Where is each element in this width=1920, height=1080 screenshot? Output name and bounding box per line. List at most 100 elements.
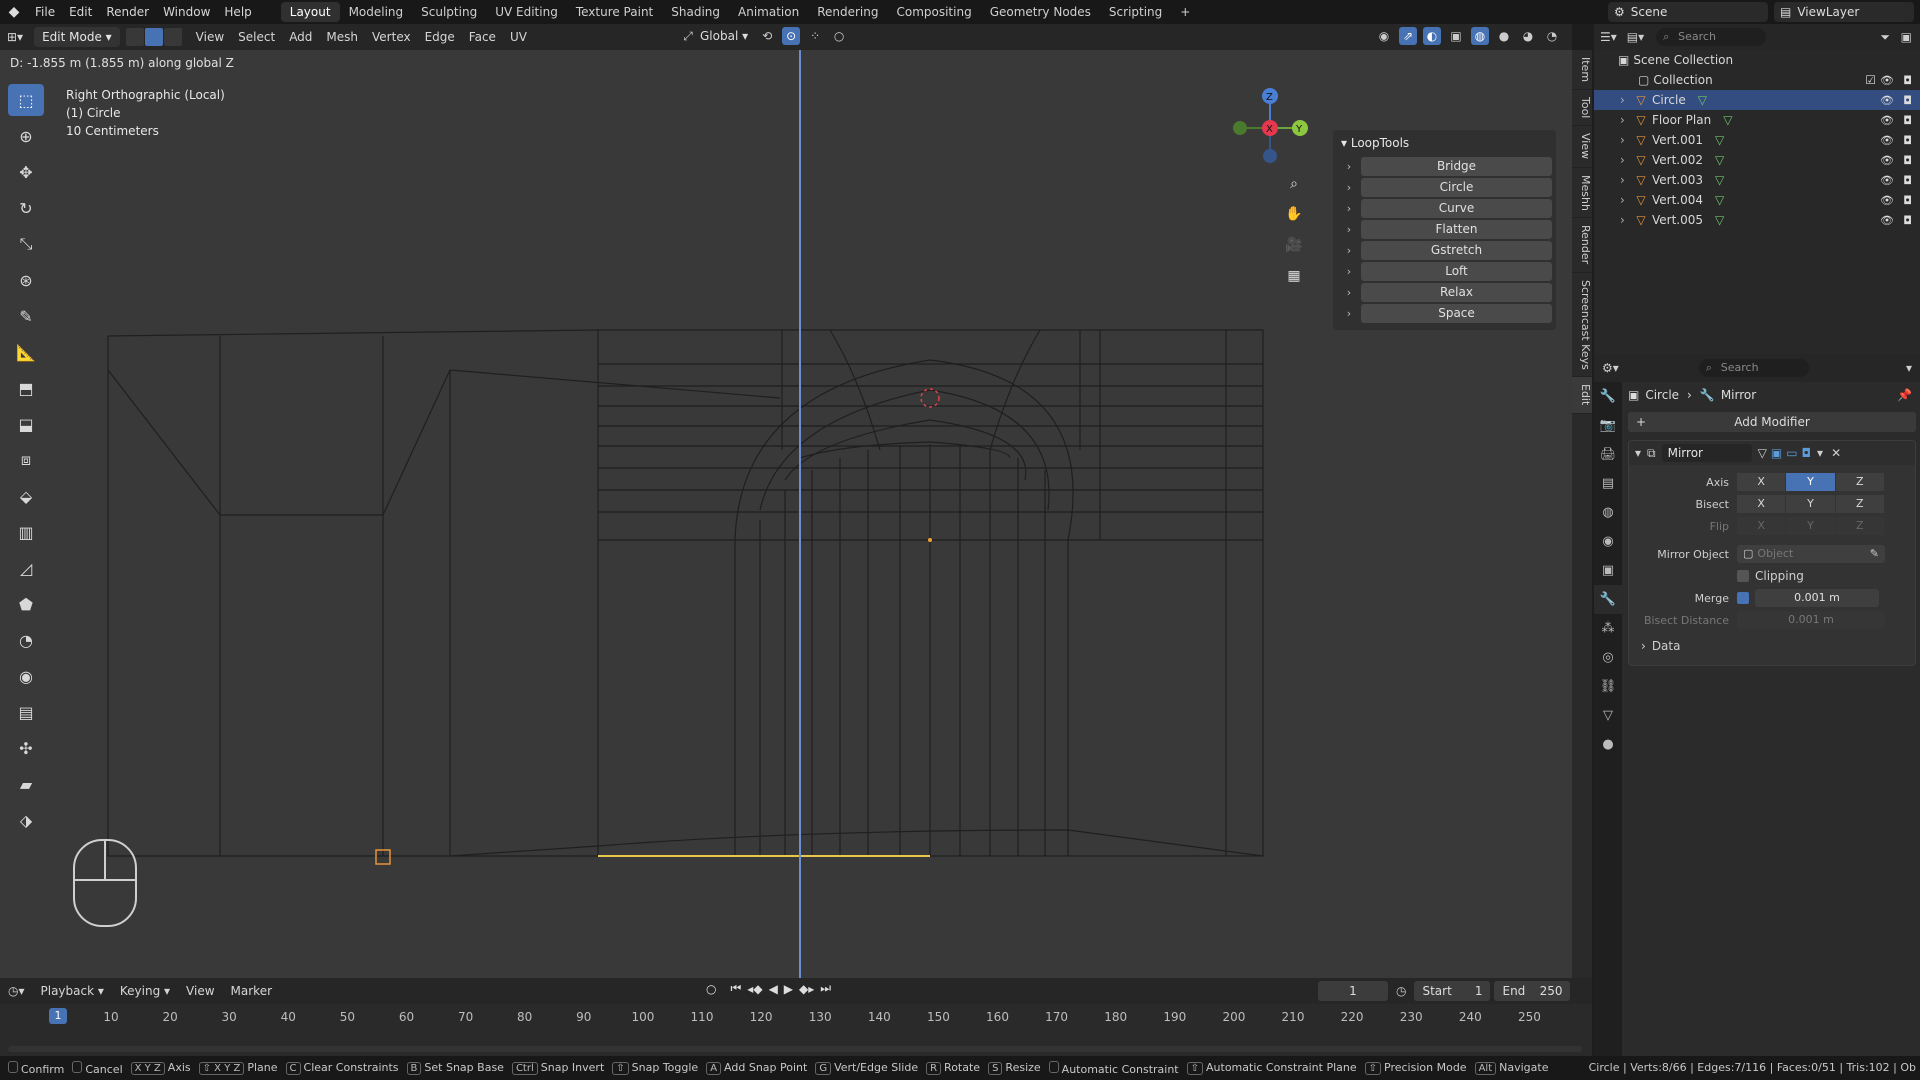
outliner-object-row[interactable]: › ▽ Vert.001 ▽ 👁 ◘: [1594, 130, 1920, 150]
modifier-name-field[interactable]: Mirror: [1661, 444, 1752, 462]
chevron-right-icon[interactable]: ›: [1337, 265, 1361, 278]
pan-hand-icon[interactable]: ✋: [1280, 200, 1308, 228]
menu-uv[interactable]: UV: [503, 27, 534, 47]
prev-keyframe-icon[interactable]: ◂◆: [747, 982, 762, 996]
play-icon[interactable]: ▶: [784, 982, 793, 996]
render-icon[interactable]: ◘: [1903, 94, 1912, 107]
chevron-right-icon[interactable]: ›: [1620, 213, 1634, 227]
relax-button[interactable]: Relax: [1361, 282, 1552, 302]
menu-help[interactable]: Help: [217, 0, 258, 24]
tab-sculpting[interactable]: Sculpting: [412, 2, 486, 22]
mesh-data-icon[interactable]: ▽: [1715, 193, 1724, 207]
clipping-checkbox[interactable]: [1737, 570, 1749, 582]
eye-icon[interactable]: 👁: [1880, 194, 1894, 207]
chevron-right-icon[interactable]: ›: [1337, 307, 1361, 320]
current-frame-field[interactable]: 1: [1318, 981, 1388, 1001]
bisect-z-toggle[interactable]: Z: [1835, 495, 1884, 513]
properties-editor-icon[interactable]: ⚙▾: [1602, 361, 1619, 375]
tab-tool[interactable]: Tool: [1572, 90, 1592, 127]
modifier-menu-icon[interactable]: ▾: [1817, 446, 1823, 460]
menu-edit[interactable]: Edit: [62, 0, 99, 24]
select-box-icon[interactable]: ⬚: [8, 84, 44, 116]
render-toggle-icon[interactable]: ◘: [1802, 446, 1812, 460]
particles-tab-icon[interactable]: ⁂: [1594, 614, 1622, 643]
next-keyframe-icon[interactable]: ◆▸: [799, 982, 814, 996]
vertex-select-icon[interactable]: [125, 28, 144, 46]
shear-icon[interactable]: ▰: [8, 768, 44, 800]
chevron-right-icon[interactable]: ›: [1620, 193, 1634, 207]
mesh-data-icon[interactable]: ▽: [1715, 213, 1724, 227]
menu-file[interactable]: File: [28, 0, 62, 24]
chevron-right-icon[interactable]: ›: [1337, 202, 1361, 215]
smooth-icon[interactable]: ◉: [8, 660, 44, 692]
flip-z-toggle[interactable]: Z: [1835, 517, 1884, 535]
snap-target-icon[interactable]: ⁘: [806, 27, 824, 45]
bisect-x-toggle[interactable]: X: [1737, 495, 1786, 513]
filter-icon[interactable]: ⏷: [1880, 30, 1890, 45]
chevron-right-icon[interactable]: ›: [1620, 173, 1634, 187]
blender-logo-icon[interactable]: ◆: [0, 4, 28, 20]
spin-icon[interactable]: ◔: [8, 624, 44, 656]
bevel-icon[interactable]: ⬙: [8, 480, 44, 512]
collection-row[interactable]: ▢ Collection ☑ 👁 ◘: [1594, 70, 1920, 90]
outliner-object-row[interactable]: › ▽ Vert.005 ▽ 👁 ◘: [1594, 210, 1920, 230]
eye-icon[interactable]: 👁: [1880, 134, 1894, 147]
menu-face[interactable]: Face: [462, 27, 503, 47]
tab-layout[interactable]: Layout: [280, 2, 340, 22]
menu-keying[interactable]: Keying ▾: [112, 984, 178, 998]
render-icon[interactable]: ◘: [1903, 174, 1912, 187]
tab-screencast-keys[interactable]: Screencast Keys: [1572, 273, 1592, 378]
display-mode-icon[interactable]: ▤▾: [1627, 30, 1644, 44]
navigation-gizmo[interactable]: Z Y X: [1225, 86, 1315, 176]
timeline-editor-icon[interactable]: ◷▾: [0, 984, 33, 998]
play-reverse-icon[interactable]: ◀: [769, 982, 778, 996]
space-button[interactable]: Space: [1361, 303, 1552, 323]
rip-icon[interactable]: ⬗: [8, 804, 44, 836]
eye-icon[interactable]: 👁: [1880, 174, 1894, 187]
menu-mesh[interactable]: Mesh: [319, 27, 365, 47]
chevron-down-icon[interactable]: ▾: [1906, 361, 1912, 375]
menu-marker[interactable]: Marker: [223, 984, 280, 998]
viewport-toggle-icon[interactable]: ▭: [1786, 446, 1797, 460]
camera-view-icon[interactable]: 🎥: [1280, 231, 1308, 259]
chevron-down-icon[interactable]: ▾: [1635, 446, 1641, 460]
mesh-data-icon[interactable]: ▽: [1715, 173, 1724, 187]
add-workspace-icon[interactable]: +: [1171, 2, 1199, 22]
loop-cut-icon[interactable]: ▥: [8, 516, 44, 548]
tab-uv-editing[interactable]: UV Editing: [486, 2, 567, 22]
new-collection-icon[interactable]: ▣: [1901, 30, 1912, 44]
record-icon[interactable]: ○: [706, 982, 716, 996]
tab-modeling[interactable]: Modeling: [340, 2, 413, 22]
bridge-button[interactable]: Bridge: [1361, 156, 1552, 176]
scene-collection-row[interactable]: ▣ Scene Collection: [1594, 50, 1920, 70]
bisect-distance-field[interactable]: 0.001 m: [1737, 611, 1885, 629]
annotate-icon[interactable]: ✎: [8, 300, 44, 332]
edge-select-icon[interactable]: [144, 28, 163, 46]
material-tab-icon[interactable]: ●: [1594, 730, 1622, 759]
eye-icon[interactable]: 👁: [1880, 74, 1894, 87]
jump-end-icon[interactable]: ⏭: [820, 981, 831, 996]
timeline-ruler[interactable]: 1 10 20 30 40 50 60 70 80 90 100 110 120 130 140 150 16…: [0, 1004, 1592, 1056]
chevron-right-icon[interactable]: ›: [1620, 153, 1634, 167]
gizmo-icon[interactable]: ⇗: [1399, 27, 1417, 45]
world-tab-icon[interactable]: ◉: [1594, 527, 1622, 556]
tab-geometry-nodes[interactable]: Geometry Nodes: [981, 2, 1100, 22]
tab-texture-paint[interactable]: Texture Paint: [567, 2, 662, 22]
object-tab-icon[interactable]: ▣: [1594, 556, 1622, 585]
view-layer-tab-icon[interactable]: ▤: [1594, 469, 1622, 498]
eye-icon[interactable]: 👁: [1880, 114, 1894, 127]
circle-button[interactable]: Circle: [1361, 177, 1552, 197]
overlay-icon[interactable]: ◐: [1423, 27, 1441, 45]
gstretch-button[interactable]: Gstretch: [1361, 240, 1552, 260]
close-icon[interactable]: ✕: [1831, 446, 1841, 460]
mode-dropdown[interactable]: Edit Mode ▾: [34, 27, 120, 47]
inset-icon[interactable]: ⧈: [8, 444, 44, 476]
rotate-icon[interactable]: ↻: [8, 192, 44, 224]
tab-render[interactable]: Render: [1572, 218, 1592, 273]
shrink-fatten-icon[interactable]: ✣: [8, 732, 44, 764]
outliner-object-row[interactable]: › ▽ Vert.003 ▽ 👁 ◘: [1594, 170, 1920, 190]
edge-slide-icon[interactable]: ▤: [8, 696, 44, 728]
data-subpanel[interactable]: › Data: [1629, 635, 1915, 657]
outliner-object-row[interactable]: › ▽ Vert.004 ▽ 👁 ◘: [1594, 190, 1920, 210]
mirror-object-field[interactable]: ▢ Object ✎: [1737, 545, 1885, 563]
